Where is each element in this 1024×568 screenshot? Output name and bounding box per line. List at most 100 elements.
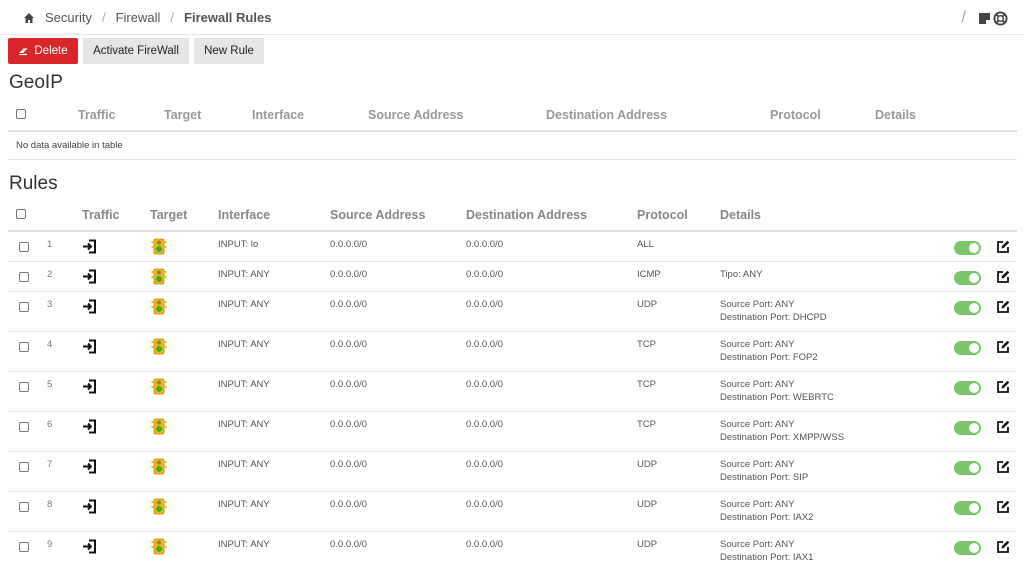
- row-interface: INPUT: ANY: [218, 459, 270, 470]
- enable-toggle[interactable]: [954, 421, 981, 435]
- enable-toggle[interactable]: [954, 301, 981, 315]
- breadcrumb-firewall-rules: Firewall Rules: [184, 10, 272, 25]
- edit-icon[interactable]: [996, 240, 1010, 259]
- row-details-line1: Source Port: ANY: [720, 379, 795, 390]
- edit-icon[interactable]: [996, 540, 1010, 559]
- geoip-col-interface[interactable]: Interface: [252, 108, 304, 122]
- rules-col-details[interactable]: Details: [720, 208, 761, 222]
- row-details-line2: Destination Port: WEBRTC: [720, 392, 834, 403]
- rules-col-destination[interactable]: Destination Address: [466, 208, 587, 222]
- row-number: 7: [47, 459, 53, 470]
- edit-icon[interactable]: [996, 420, 1010, 439]
- row-checkbox[interactable]: [19, 382, 29, 392]
- rules-col-target[interactable]: Target: [150, 208, 187, 222]
- enable-toggle[interactable]: [954, 241, 981, 255]
- top-bar: Security / Firewall / Firewall Rules /: [0, 0, 1024, 35]
- row-divider: [8, 331, 1017, 332]
- row-checkbox[interactable]: [19, 462, 29, 472]
- row-protocol: ALL: [637, 239, 654, 250]
- row-protocol: UDP: [637, 299, 658, 310]
- row-details-line1: Source Port: ANY: [720, 499, 795, 510]
- notes-icon[interactable]: [978, 12, 991, 25]
- breadcrumb-firewall[interactable]: Firewall: [116, 10, 161, 25]
- enable-toggle[interactable]: [954, 271, 981, 285]
- row-source-address: 0.0.0.0/0: [330, 499, 367, 510]
- row-details-line1: Source Port: ANY: [720, 339, 795, 350]
- divider: /: [961, 9, 966, 26]
- row-protocol: ICMP: [637, 269, 661, 280]
- traffic-light-icon: [151, 418, 167, 440]
- geoip-select-all-checkbox[interactable]: [16, 109, 26, 119]
- row-destination-address: 0.0.0.0/0: [466, 299, 503, 310]
- enable-toggle[interactable]: [954, 461, 981, 475]
- row-number: 8: [47, 499, 53, 510]
- geoip-col-target[interactable]: Target: [164, 108, 201, 122]
- rules-col-interface[interactable]: Interface: [218, 208, 270, 222]
- geoip-col-destination[interactable]: Destination Address: [546, 108, 667, 122]
- traffic-light-icon: [151, 378, 167, 400]
- geoip-col-traffic[interactable]: Traffic: [78, 108, 116, 122]
- edit-icon[interactable]: [996, 300, 1010, 319]
- edit-icon[interactable]: [996, 380, 1010, 399]
- row-details-line2: Destination Port: DHCPD: [720, 312, 827, 323]
- sign-in-icon: [82, 539, 97, 559]
- row-destination-address: 0.0.0.0/0: [466, 379, 503, 390]
- geoip-empty-text: No data available in table: [16, 140, 123, 151]
- row-details-line2: Destination Port: SIP: [720, 472, 809, 483]
- edit-icon[interactable]: [996, 340, 1010, 359]
- rules-col-protocol[interactable]: Protocol: [637, 208, 688, 222]
- delete-label: Delete: [34, 45, 68, 57]
- row-details-line1: Source Port: ANY: [720, 299, 795, 310]
- edit-icon[interactable]: [996, 500, 1010, 519]
- geoip-header-divider: [8, 130, 1017, 132]
- row-checkbox[interactable]: [19, 242, 29, 252]
- home-icon[interactable]: [23, 12, 35, 24]
- enable-toggle[interactable]: [954, 381, 981, 395]
- row-checkbox[interactable]: [19, 302, 29, 312]
- activate-firewall-button[interactable]: Activate FireWall: [83, 38, 189, 64]
- enable-toggle[interactable]: [954, 501, 981, 515]
- row-checkbox[interactable]: [19, 342, 29, 352]
- row-checkbox[interactable]: [19, 502, 29, 512]
- breadcrumb-security[interactable]: Security: [45, 10, 92, 25]
- geoip-bottom-divider: [8, 159, 1017, 160]
- breadcrumb-separator: /: [101, 10, 106, 25]
- row-protocol: TCP: [637, 419, 656, 430]
- traffic-light-icon: [151, 298, 167, 320]
- rules-title: Rules: [9, 173, 58, 194]
- rules-col-traffic[interactable]: Traffic: [82, 208, 120, 222]
- enable-toggle[interactable]: [954, 341, 981, 355]
- enable-toggle[interactable]: [954, 541, 981, 555]
- geoip-col-source[interactable]: Source Address: [368, 108, 463, 122]
- new-rule-button[interactable]: New Rule: [194, 38, 264, 64]
- edit-icon[interactable]: [996, 270, 1010, 289]
- row-interface: INPUT: ANY: [218, 499, 270, 510]
- row-checkbox[interactable]: [19, 422, 29, 432]
- row-details-line2: Destination Port: FOP2: [720, 352, 818, 363]
- row-checkbox[interactable]: [19, 272, 29, 282]
- geoip-col-details[interactable]: Details: [875, 108, 916, 122]
- delete-button[interactable]: Delete: [8, 38, 78, 64]
- sign-in-icon: [82, 499, 97, 519]
- rules-col-source[interactable]: Source Address: [330, 208, 425, 222]
- row-interface: INPUT: ANY: [218, 379, 270, 390]
- row-divider: [8, 451, 1017, 452]
- row-details-line2: Destination Port: IAX2: [720, 512, 814, 523]
- row-divider: [8, 411, 1017, 412]
- row-details-line2: Destination Port: IAX1: [720, 552, 814, 563]
- edit-icon[interactable]: [996, 460, 1010, 479]
- row-divider: [8, 531, 1017, 532]
- geoip-col-protocol[interactable]: Protocol: [770, 108, 821, 122]
- row-protocol: TCP: [637, 379, 656, 390]
- breadcrumb: Security / Firewall / Firewall Rules: [23, 10, 271, 25]
- row-number: 1: [47, 239, 53, 250]
- traffic-light-icon: [151, 268, 167, 290]
- lifebuoy-icon[interactable]: [993, 10, 1008, 26]
- rules-select-all-checkbox[interactable]: [16, 209, 26, 219]
- row-interface: INPUT: ANY: [218, 269, 270, 280]
- row-destination-address: 0.0.0.0/0: [466, 339, 503, 350]
- row-details-line1: Source Port: ANY: [720, 419, 795, 430]
- row-checkbox[interactable]: [19, 542, 29, 552]
- row-destination-address: 0.0.0.0/0: [466, 459, 503, 470]
- row-number: 5: [47, 379, 53, 390]
